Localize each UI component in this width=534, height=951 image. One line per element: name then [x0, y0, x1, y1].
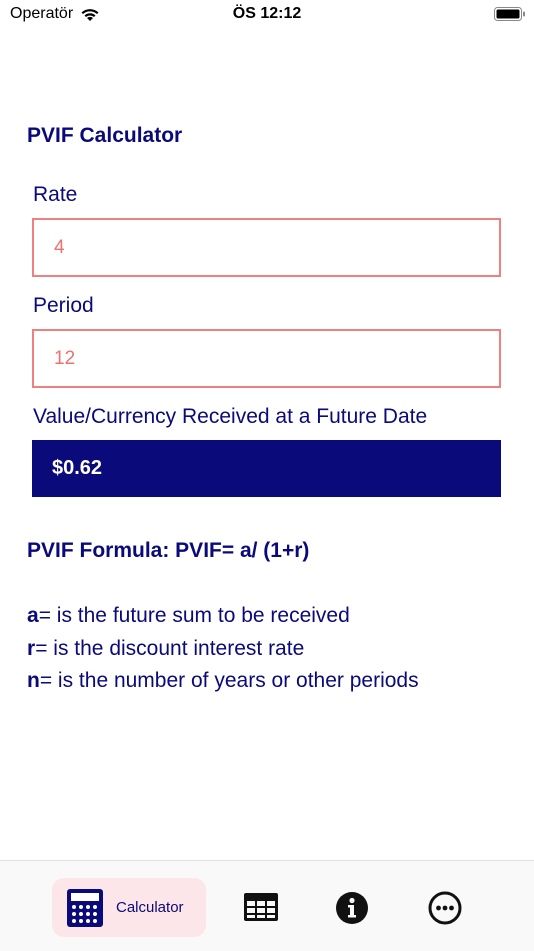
period-input[interactable]: [32, 329, 501, 388]
period-label: Period: [33, 294, 94, 317]
formula-title: PVIF Formula: PVIF= a/ (1+r): [27, 539, 310, 562]
info-icon[interactable]: [335, 891, 369, 925]
rate-label: Rate: [33, 183, 78, 206]
status-bar: Operatör ÖS 12:12: [0, 0, 534, 30]
tab-bar: Calculator: [0, 860, 534, 951]
tab-calculator[interactable]: Calculator: [52, 878, 206, 937]
calculator-icon: [67, 888, 103, 927]
definition-text: = is the number of years or other period…: [39, 669, 419, 692]
more-icon[interactable]: [428, 891, 462, 925]
definition-n: n= is the number of years or other perio…: [27, 669, 419, 693]
result-value: $0.62: [32, 440, 501, 497]
definition-text: = is the future sum to be received: [38, 604, 350, 627]
rate-input[interactable]: [32, 218, 501, 277]
definition-var: n: [27, 669, 40, 692]
definition-r: r= is the discount interest rate: [27, 637, 304, 661]
result-label: Value/Currency Received at a Future Date: [33, 405, 428, 428]
definition-var: r: [27, 637, 36, 660]
tab-calculator-label: Calculator: [116, 899, 184, 916]
definition-a: a= is the future sum to be received: [27, 604, 350, 628]
status-time: ÖS 12:12: [232, 5, 302, 22]
definition-text: = is the discount interest rate: [35, 637, 305, 660]
table-icon[interactable]: [243, 892, 279, 922]
definition-var: a: [27, 604, 39, 627]
page-title: PVIF Calculator: [27, 124, 183, 147]
battery-icon: [494, 7, 525, 21]
